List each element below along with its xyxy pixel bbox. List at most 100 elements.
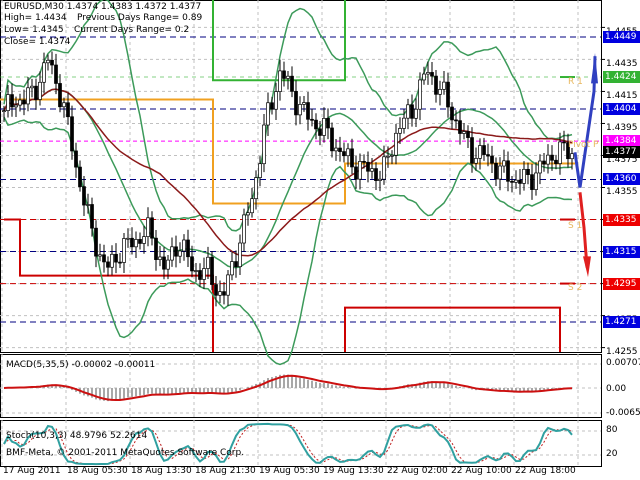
candle [310, 118, 314, 121]
candle [242, 214, 246, 244]
chart-canvas [0, 0, 605, 467]
candle [470, 137, 474, 164]
candle [210, 256, 214, 285]
time-label: 18 Aug 21:30 [195, 466, 256, 476]
candle [378, 178, 382, 181]
candle [350, 148, 354, 168]
candle [406, 104, 410, 119]
price-level-label: 1.4404 [603, 103, 640, 116]
candle [534, 172, 538, 190]
candle [334, 147, 338, 152]
candle [354, 166, 358, 180]
candle [314, 119, 318, 130]
candle [326, 117, 330, 129]
r1-label: R 1 [568, 77, 583, 87]
candle [526, 168, 530, 175]
candle [238, 242, 242, 268]
candle [130, 237, 134, 248]
candle [102, 254, 106, 263]
candle [346, 148, 350, 157]
candle [58, 83, 62, 108]
price-tick: 1.4395 [606, 123, 638, 133]
macd-tick-zero: 0.00 [606, 384, 627, 394]
candle [554, 159, 558, 164]
close-label: Close= 1.4374 [4, 37, 71, 47]
candle [18, 99, 22, 106]
candle [246, 212, 250, 216]
candle [114, 253, 118, 263]
candle [50, 59, 54, 66]
candle [62, 102, 66, 108]
candle [174, 246, 178, 257]
candle [478, 145, 482, 159]
candle [202, 268, 206, 280]
candle [438, 89, 442, 95]
candle [98, 254, 102, 257]
candle [482, 145, 486, 155]
price-level-label: 1.4384 [603, 135, 640, 148]
candle [486, 154, 490, 157]
macd-tick-max: 0.00707 [606, 358, 640, 368]
price-level-label: 1.4360 [603, 173, 640, 186]
candle [546, 154, 550, 165]
candle [278, 70, 282, 92]
candle [146, 217, 150, 237]
candle [166, 259, 170, 270]
candle [414, 108, 418, 119]
candle [158, 256, 162, 260]
candle [34, 85, 38, 100]
candle [178, 250, 182, 257]
price-tick: 1.4415 [606, 91, 638, 101]
candle [394, 132, 398, 156]
candle [26, 87, 30, 105]
candle [318, 128, 322, 136]
candle [362, 161, 366, 163]
candle [46, 59, 50, 64]
candle [82, 186, 86, 206]
candle [10, 94, 14, 108]
candle [386, 155, 390, 158]
stoch-tick-80: 80 [606, 425, 618, 435]
time-label: 18 Aug 05:30 [67, 466, 128, 476]
candle [106, 261, 110, 268]
candle [190, 256, 194, 272]
price-level-label: 1.4335 [603, 213, 640, 226]
low-label: Low= 1.4345 [4, 25, 64, 35]
time-label: 17 Aug 2011 [3, 466, 61, 476]
time-label: 22 Aug 02:00 [387, 466, 448, 476]
candle [262, 124, 266, 165]
candle [78, 166, 82, 187]
candle [446, 81, 450, 108]
candle [426, 72, 430, 75]
time-label: 19 Aug 13:30 [323, 466, 384, 476]
candle [454, 119, 458, 122]
ohlc-header: EURUSD,M30 1.4374 1.4383 1.4372 1.4377 [4, 2, 202, 12]
candle [366, 161, 370, 172]
stoch-tick-20: 20 [606, 449, 618, 459]
candle [42, 62, 46, 83]
s2-label: S 2 [568, 283, 583, 293]
candle [6, 94, 10, 112]
candle [530, 174, 534, 190]
candle [542, 160, 546, 165]
candle [38, 81, 42, 100]
candle [538, 160, 542, 174]
candle [342, 151, 346, 157]
candle [474, 158, 478, 164]
candle [442, 81, 446, 90]
candle [490, 155, 494, 164]
candle [94, 227, 98, 257]
candle [274, 91, 278, 110]
candle [194, 270, 198, 272]
price-level-label: 1.4377 [603, 146, 640, 159]
price-level-label: 1.4424 [603, 71, 640, 84]
candle [30, 85, 34, 89]
candle [338, 147, 342, 152]
candle [230, 261, 234, 276]
prev-range-label: Previous Days Range= 0.89 [77, 13, 203, 23]
time-label: 18 Aug 13:30 [131, 466, 192, 476]
candle [222, 291, 226, 296]
candle [90, 204, 94, 229]
candle [266, 102, 270, 126]
price-level-label: 1.4315 [603, 245, 640, 258]
